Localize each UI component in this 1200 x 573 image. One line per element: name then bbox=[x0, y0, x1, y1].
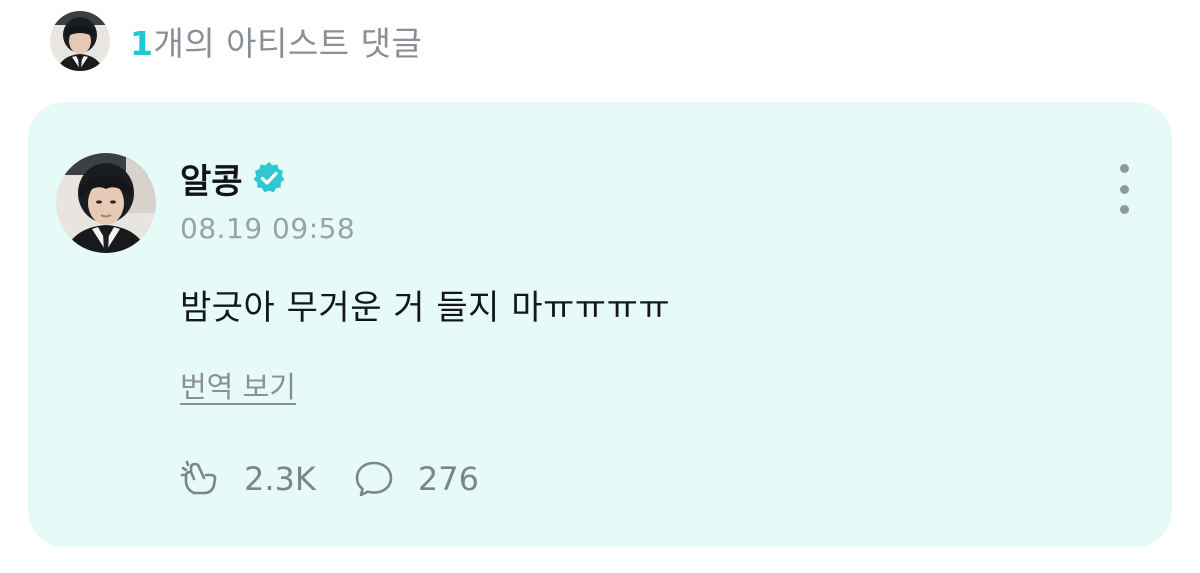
speech-bubble-icon bbox=[354, 459, 394, 499]
comment-text: 밤긋아 무거운 거 들지 마ㅠㅠㅠㅠ bbox=[180, 288, 671, 328]
cheer-hand-icon bbox=[180, 459, 220, 499]
cheer-count: 2.3K bbox=[244, 460, 316, 498]
artist-comments-panel: 1 개의 아티스트 댓글 알콩 08.19 09:58 밤긋아 무거운 거 들지… bbox=[0, 0, 1200, 573]
header-title-text: 개의 아티스트 댓글 bbox=[153, 24, 423, 63]
more-vertical-icon bbox=[1119, 164, 1129, 173]
header-title: 1 개의 아티스트 댓글 bbox=[130, 17, 422, 65]
reply-button[interactable]: 276 bbox=[354, 459, 479, 499]
artist-comment-count: 1 bbox=[130, 24, 154, 63]
author-avatar[interactable] bbox=[56, 153, 156, 253]
comment-stats: 2.3K 276 bbox=[180, 454, 479, 504]
more-options-button[interactable] bbox=[1110, 164, 1138, 214]
cheer-button[interactable]: 2.3K bbox=[180, 459, 316, 499]
header-avatar[interactable] bbox=[50, 11, 110, 71]
artist-comment-header: 1 개의 아티스트 댓글 bbox=[50, 11, 422, 71]
author-name[interactable]: 알콩 bbox=[180, 154, 243, 203]
reply-count: 276 bbox=[417, 460, 479, 498]
translate-link[interactable]: 번역 보기 bbox=[180, 364, 296, 406]
author-row: 알콩 bbox=[180, 154, 287, 202]
comment-card: 알콩 08.19 09:58 밤긋아 무거운 거 들지 마ㅠㅠㅠㅠ 번역 보기 bbox=[28, 102, 1172, 547]
verified-badge-icon bbox=[251, 160, 287, 196]
comment-timestamp: 08.19 09:58 bbox=[180, 212, 356, 245]
